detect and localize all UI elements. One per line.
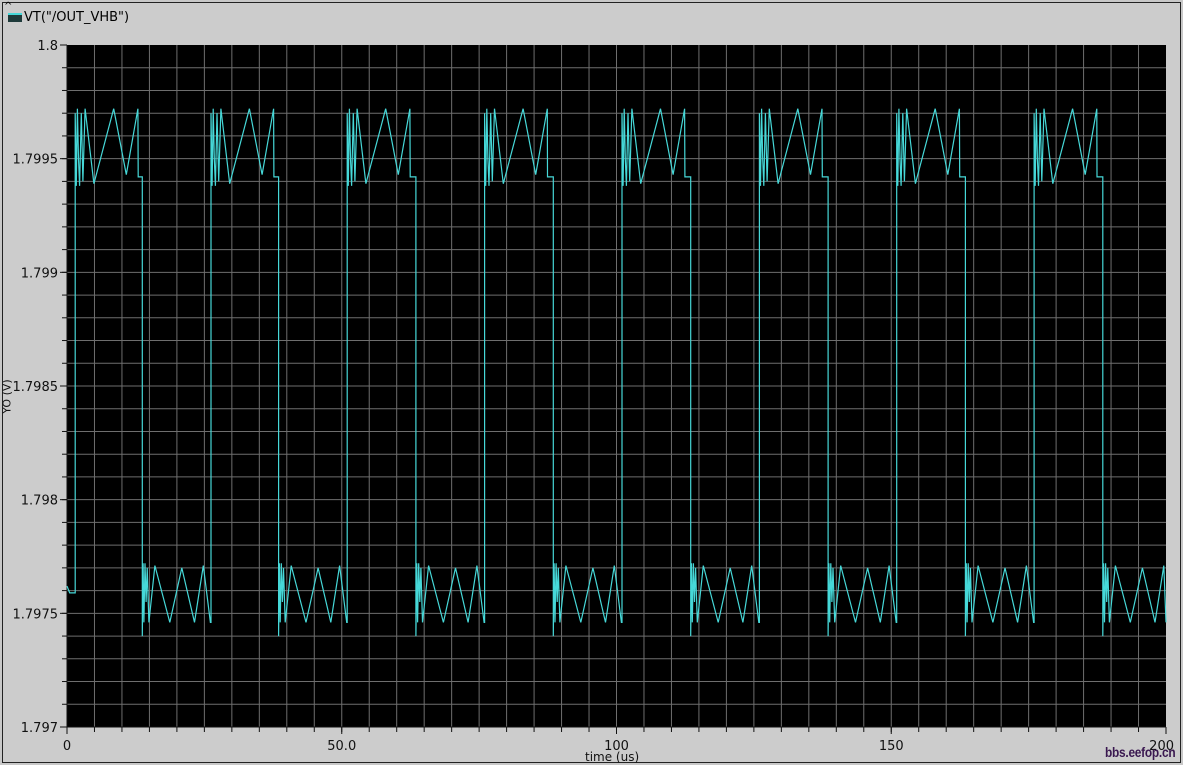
x-tick-label: 0 bbox=[63, 739, 71, 754]
y-tick-label: 1.8 bbox=[37, 39, 58, 54]
x-axis-label: time (us) bbox=[585, 750, 640, 764]
y-tick-label: 1.7985 bbox=[13, 380, 59, 395]
x-tick-label: 150 bbox=[879, 739, 904, 754]
y-tick-label: 1.7995 bbox=[13, 153, 59, 168]
watermark: bbs.eefop.cn bbox=[1105, 744, 1176, 760]
y-tick-label: 1.799 bbox=[21, 266, 58, 281]
y-tick-label: 1.797 bbox=[21, 721, 58, 736]
y-tick-label: 1.798 bbox=[21, 494, 58, 509]
y-axis-label: YO (V) bbox=[0, 379, 14, 414]
x-tick-label: 50.0 bbox=[327, 739, 356, 754]
y-tick-label: 1.7975 bbox=[13, 607, 59, 622]
plot-svg[interactable]: 1.8 1.7995 1.799 1.7985 1.798 1.7975 1.797 0 50.… bbox=[0, 0, 1183, 765]
